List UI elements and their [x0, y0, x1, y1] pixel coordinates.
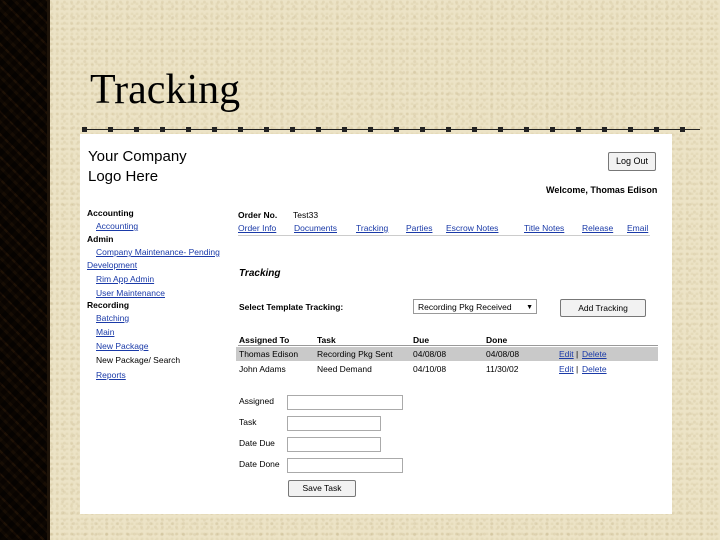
tracking-section-title: Tracking: [239, 268, 281, 279]
logout-button[interactable]: Log Out: [608, 152, 656, 171]
order-number-value: Test33: [293, 210, 319, 220]
delete-link[interactable]: Delete: [582, 349, 607, 359]
column-header-due: Due: [413, 335, 430, 345]
table-header-divider: [238, 345, 658, 346]
edit-link[interactable]: Edit: [559, 349, 574, 359]
sidebar-section-accounting: Accounting: [87, 208, 134, 218]
sidebar-section-admin: Admin: [87, 234, 114, 244]
column-header-task: Task: [317, 335, 336, 345]
sidebar-item-company-maintenance[interactable]: Company Maintenance- Pending: [96, 247, 220, 257]
action-separator: |: [576, 349, 579, 359]
sidebar-item-company-maintenance-cont[interactable]: Development: [87, 260, 137, 270]
cell-done: 11/30/02: [486, 364, 519, 374]
save-task-button[interactable]: Save Task: [288, 480, 356, 497]
sidebar-item-batching[interactable]: Batching: [96, 313, 129, 323]
tab-order-info[interactable]: Order Info: [238, 223, 276, 233]
template-tracking-select[interactable]: Recording Pkg Received ▼: [413, 299, 537, 314]
order-number-label: Order No.: [238, 210, 278, 220]
delete-link[interactable]: Delete: [582, 364, 607, 374]
slide-title: Tracking: [90, 67, 241, 113]
tabs-divider: [238, 235, 650, 236]
column-header-assigned-to: Assigned To: [239, 335, 290, 345]
sidebar-item-main[interactable]: Main: [96, 327, 114, 337]
chevron-down-icon: ▼: [526, 304, 533, 311]
action-separator: |: [576, 364, 579, 374]
cell-assigned: Thomas Edison: [239, 349, 299, 359]
task-label: Task: [239, 417, 257, 427]
title-divider: [82, 127, 700, 133]
tab-email[interactable]: Email: [627, 223, 648, 233]
cell-task: Recording Pkg Sent: [317, 349, 393, 359]
tab-parties[interactable]: Parties: [406, 223, 432, 233]
sidebar-item-accounting[interactable]: Accounting: [96, 221, 138, 231]
task-field[interactable]: [287, 416, 381, 431]
table-row: John Adams Need Demand 04/10/08 11/30/02…: [236, 362, 658, 376]
cell-assigned: John Adams: [239, 364, 286, 374]
column-header-done: Done: [486, 335, 508, 345]
template-tracking-selected-value: Recording Pkg Received: [418, 302, 512, 312]
date-done-field[interactable]: [287, 458, 403, 473]
cell-done: 04/08/08: [486, 349, 520, 359]
tab-escrow-notes[interactable]: Escrow Notes: [446, 223, 498, 233]
company-logo-text: Your Company: [88, 148, 187, 165]
sidebar-item-new-package[interactable]: New Package: [96, 341, 148, 351]
tab-tracking[interactable]: Tracking: [356, 223, 388, 233]
sidebar-item-new-package-search[interactable]: New Package/ Search: [96, 355, 180, 365]
assigned-label: Assigned: [239, 396, 274, 406]
date-due-field[interactable]: [287, 437, 381, 452]
sidebar-item-user-maintenance[interactable]: User Maintenance: [96, 288, 165, 298]
app-window: Your Company Logo Here Log Out Welcome, …: [80, 134, 672, 514]
add-tracking-button[interactable]: Add Tracking: [560, 299, 646, 317]
company-logo-subtext: Logo Here: [88, 168, 159, 185]
edit-link[interactable]: Edit: [559, 364, 574, 374]
select-template-label: Select Template Tracking:: [239, 302, 344, 312]
sidebar-item-rim-app-admin[interactable]: Rim App Admin: [96, 274, 154, 284]
decorative-border: [0, 0, 50, 540]
date-due-label: Date Due: [239, 438, 275, 448]
welcome-message: Welcome, Thomas Edison: [546, 185, 658, 195]
sidebar-section-recording: Recording: [87, 300, 130, 310]
tab-documents[interactable]: Documents: [294, 223, 337, 233]
cell-due: 04/10/08: [413, 364, 447, 374]
tab-title-notes[interactable]: Title Notes: [524, 223, 564, 233]
assigned-field[interactable]: [287, 395, 403, 410]
tab-release[interactable]: Release: [582, 223, 613, 233]
sidebar-item-reports[interactable]: Reports: [96, 370, 126, 380]
cell-task: Need Demand: [317, 364, 372, 374]
table-row: Thomas Edison Recording Pkg Sent 04/08/0…: [236, 347, 658, 361]
cell-due: 04/08/08: [413, 349, 447, 359]
date-done-label: Date Done: [239, 459, 280, 469]
